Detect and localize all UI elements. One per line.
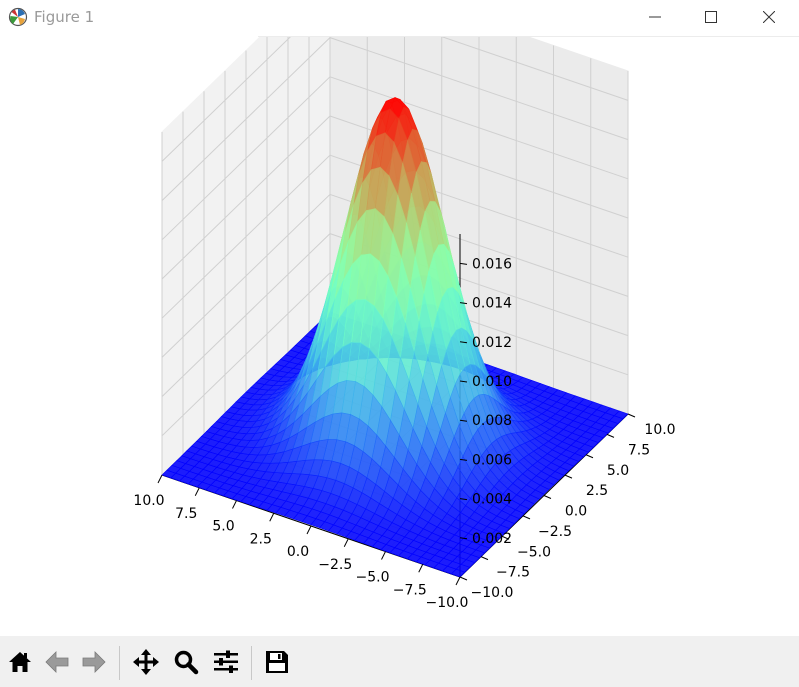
arrow-right-icon [82,651,106,673]
y-tick-mark [606,433,615,438]
x-tick-label: −10.0 [426,595,469,611]
z-tick-label: 0.012 [472,335,512,351]
y-tick-label: 10.0 [644,422,675,438]
y-tick-label: 0.0 [565,504,587,520]
title-bar: Figure 1 [0,0,799,36]
arrow-left-icon [45,651,69,673]
x-tick-label: −5.0 [356,570,390,586]
sliders-icon [214,650,238,673]
z-tick-label: 0.006 [472,452,512,468]
x-tick-label: 2.5 [250,531,272,547]
save-button[interactable] [262,647,292,677]
floppy-disk-icon [266,651,288,673]
x-tick-mark [455,576,461,586]
y-tick-label: −5.0 [517,544,551,560]
x-tick-label: −2.5 [318,557,352,573]
home-button[interactable] [5,647,35,677]
navigation-toolbar [0,636,799,687]
y-tick-mark [459,576,468,581]
y-tick-label: −2.5 [538,524,572,540]
home-icon [9,652,31,672]
z-tick-label: 0.002 [472,531,512,547]
back-button[interactable] [42,647,72,677]
forward-button[interactable] [79,647,109,677]
y-tick-mark [480,556,489,561]
y-tick-label: 7.5 [628,442,650,458]
y-tick-label: −7.5 [496,565,530,581]
matplotlib-app-icon [8,7,28,27]
magnifier-icon [174,650,199,675]
y-tick-mark [522,515,531,520]
y-tick-mark [543,495,552,499]
x-tick-mark [343,538,349,547]
maximize-button[interactable] [683,0,739,34]
x-tick-mark [194,487,200,496]
x-tick-mark [381,551,386,560]
zoom-button[interactable] [171,647,201,677]
z-tick-label: 0.014 [472,296,512,312]
move-icon [133,649,159,675]
x-tick-mark [269,513,275,522]
window-title: Figure 1 [34,8,95,26]
y-tick-label: 5.0 [607,463,629,479]
x-tick-label: 7.5 [175,506,197,522]
y-tick-label: −10.0 [471,585,514,601]
close-button[interactable] [741,0,797,34]
toolbar-separator [119,646,120,680]
surface-plot: −10.0−7.5−5.0−2.50.02.55.07.510.0−10.0−7… [133,0,676,611]
y-tick-mark [627,413,636,418]
minimize-button[interactable] [627,0,683,34]
x-tick-mark [157,474,163,484]
x-tick-label: 0.0 [287,544,309,560]
x-tick-label: 10.0 [133,493,164,509]
z-tick-label: 0.008 [472,413,512,429]
x-tick-label: −7.5 [393,582,427,598]
toolbar-separator [251,646,252,680]
y-tick-mark [585,454,594,459]
x-tick-label: 5.0 [212,519,234,535]
z-tick-label: 0.016 [472,256,512,272]
x-tick-mark [418,564,424,573]
figure-canvas[interactable]: −10.0 −7.5 −5.0 −2.5 0.0 2.5 5.0 7.5 10.0 −10.0 −7… [0,0,799,636]
z-tick-label: 0.004 [472,492,512,508]
configure-subplots-button[interactable] [211,647,241,677]
y-tick-label: 2.5 [586,483,608,499]
y-tick-mark [564,474,573,479]
z-tick-label: 0.010 [472,374,512,390]
x-tick-mark [232,500,237,509]
pan-button[interactable] [131,647,161,677]
x-tick-mark [306,525,312,535]
